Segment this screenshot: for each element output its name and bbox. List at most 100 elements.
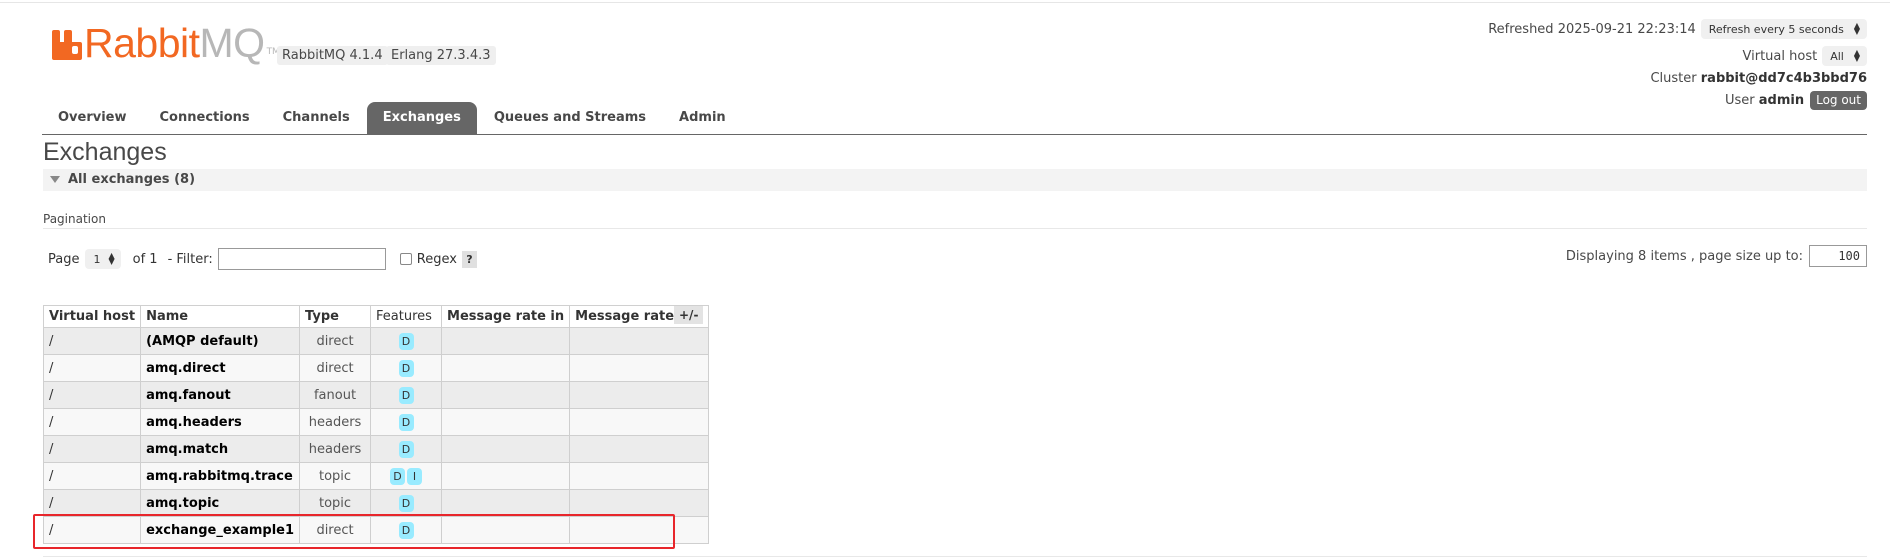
row-vhost: / bbox=[42, 489, 142, 517]
page-size-input[interactable]: 100 bbox=[1809, 245, 1867, 267]
feature-durable-badge: D bbox=[398, 413, 414, 431]
feature-durable-badge: D bbox=[398, 386, 414, 404]
vhost-label: Virtual host bbox=[1742, 48, 1818, 64]
row-features: D bbox=[370, 435, 443, 463]
row-type: direct bbox=[299, 327, 372, 355]
table-row[interactable]: / exchange_example1 direct D bbox=[42, 516, 709, 544]
row-rate-in bbox=[441, 381, 571, 409]
refreshed-label: Refreshed 2025-09-21 22:23:14 bbox=[1488, 21, 1696, 37]
select-arrows-icon: ▲ ▼ bbox=[1853, 48, 1860, 63]
tab-queues-and-streams[interactable]: Queues and Streams bbox=[478, 102, 662, 134]
row-rate-out bbox=[569, 462, 709, 490]
row-name-link[interactable]: amq.topic bbox=[140, 489, 301, 517]
filter-input[interactable] bbox=[217, 248, 386, 270]
page-select[interactable]: 1 ▲ ▼ bbox=[85, 249, 121, 269]
table-row[interactable]: / (AMQP default) direct D bbox=[42, 327, 709, 355]
page-label: Page bbox=[48, 251, 80, 267]
vhost-select[interactable]: All ▲ ▼ bbox=[1822, 46, 1867, 66]
bottom-divider bbox=[43, 556, 1867, 557]
row-name-link[interactable]: exchange_example1 bbox=[140, 516, 301, 544]
row-vhost: / bbox=[42, 381, 142, 409]
row-rate-in bbox=[441, 435, 571, 463]
logout-button[interactable]: Log out bbox=[1810, 90, 1867, 110]
row-rate-out bbox=[569, 435, 709, 463]
row-features: D bbox=[370, 408, 443, 436]
row-type: topic bbox=[299, 489, 372, 517]
col-virtual-host[interactable]: Virtual host bbox=[42, 305, 142, 328]
feature-durable-badge: D bbox=[398, 440, 414, 458]
logo-wordmark: RabbitMQ bbox=[84, 20, 265, 66]
pagination-label: Pagination bbox=[43, 212, 106, 226]
col-type[interactable]: Type bbox=[299, 305, 372, 328]
tab-exchanges[interactable]: Exchanges bbox=[366, 102, 477, 134]
row-rate-out bbox=[569, 408, 709, 436]
rabbitmq-logo-icon bbox=[52, 30, 82, 60]
header-status: Refreshed 2025-09-21 22:23:14 Refresh ev… bbox=[1488, 18, 1867, 111]
page-size-control: Displaying 8 items , page size up to: 10… bbox=[1566, 245, 1867, 267]
user-label: User bbox=[1724, 92, 1755, 108]
row-vhost: / bbox=[42, 354, 142, 382]
toggle-columns-button[interactable]: +/- bbox=[674, 306, 704, 324]
cluster-name: rabbit@dd7c4b3bbd76 bbox=[1700, 70, 1867, 86]
row-type: headers bbox=[299, 408, 372, 436]
pagination-divider bbox=[43, 228, 1867, 229]
row-features: D bbox=[370, 327, 443, 355]
col-name[interactable]: Name bbox=[140, 305, 301, 328]
tab-channels[interactable]: Channels bbox=[267, 102, 366, 134]
all-exchanges-section-toggle[interactable]: All exchanges (8) bbox=[43, 169, 1867, 191]
table-row[interactable]: / amq.direct direct D bbox=[42, 354, 709, 382]
row-type: headers bbox=[299, 435, 372, 463]
col-features: Features bbox=[370, 305, 443, 328]
row-type: direct bbox=[299, 354, 372, 382]
feature-durable-badge: D bbox=[398, 332, 414, 350]
row-name-link[interactable]: amq.match bbox=[140, 435, 301, 463]
row-rate-in bbox=[441, 516, 571, 544]
feature-internal-badge: I bbox=[407, 467, 423, 485]
row-rate-out bbox=[569, 489, 709, 517]
row-rate-out bbox=[569, 327, 709, 355]
regex-checkbox[interactable] bbox=[399, 253, 412, 265]
pager-controls: Page 1 ▲ ▼ of 1 - Filter: Regex ? bbox=[48, 248, 477, 270]
row-name-link[interactable]: amq.fanout bbox=[140, 381, 301, 409]
row-rate-in bbox=[441, 327, 571, 355]
col-message-rate-in[interactable]: Message rate in bbox=[441, 305, 571, 328]
section-label: All exchanges (8) bbox=[68, 172, 196, 187]
refresh-select[interactable]: Refresh every 5 seconds ▲ ▼ bbox=[1700, 19, 1867, 39]
row-rate-in bbox=[441, 489, 571, 517]
table-row[interactable]: / amq.rabbitmq.trace topic DI bbox=[42, 462, 709, 490]
tab-overview[interactable]: Overview bbox=[42, 102, 143, 134]
table-row[interactable]: / amq.topic topic D bbox=[42, 489, 709, 517]
row-rate-in bbox=[441, 408, 571, 436]
row-vhost: / bbox=[42, 462, 142, 490]
row-rate-in bbox=[441, 354, 571, 382]
row-features: D bbox=[370, 381, 443, 409]
version-badge: RabbitMQ 4.1.4 bbox=[277, 46, 388, 65]
page-title: Exchanges bbox=[43, 138, 167, 166]
row-name-link[interactable]: amq.headers bbox=[140, 408, 301, 436]
row-name-link[interactable]: amq.direct bbox=[140, 354, 301, 382]
row-type: direct bbox=[299, 516, 372, 544]
row-name-link[interactable]: amq.rabbitmq.trace bbox=[140, 462, 301, 490]
exchanges-table: Virtual host Name Type Features Message … bbox=[42, 305, 709, 544]
tab-connections[interactable]: Connections bbox=[144, 102, 266, 134]
tab-admin[interactable]: Admin bbox=[663, 102, 742, 134]
regex-label: Regex bbox=[416, 251, 457, 267]
row-features: D bbox=[370, 489, 443, 517]
row-rate-out bbox=[569, 516, 709, 544]
table-row[interactable]: / amq.fanout fanout D bbox=[42, 381, 709, 409]
row-vhost: / bbox=[42, 516, 142, 544]
top-border bbox=[0, 2, 1890, 3]
feature-durable-badge: D bbox=[398, 494, 414, 512]
rabbitmq-logo[interactable]: RabbitMQ TM bbox=[52, 20, 280, 66]
row-type: topic bbox=[299, 462, 372, 490]
table-row[interactable]: / amq.headers headers D bbox=[42, 408, 709, 436]
filter-label: - Filter: bbox=[167, 251, 213, 267]
table-row[interactable]: / amq.match headers D bbox=[42, 435, 709, 463]
row-rate-out bbox=[569, 354, 709, 382]
collapse-triangle-icon bbox=[50, 176, 60, 183]
main-nav: Overview Connections Channels Exchanges … bbox=[42, 102, 743, 134]
cluster-label: Cluster bbox=[1650, 70, 1697, 86]
select-arrows-icon: ▲ ▼ bbox=[108, 251, 115, 266]
row-name-link[interactable]: (AMQP default) bbox=[140, 327, 301, 355]
regex-help-button[interactable]: ? bbox=[461, 250, 477, 268]
